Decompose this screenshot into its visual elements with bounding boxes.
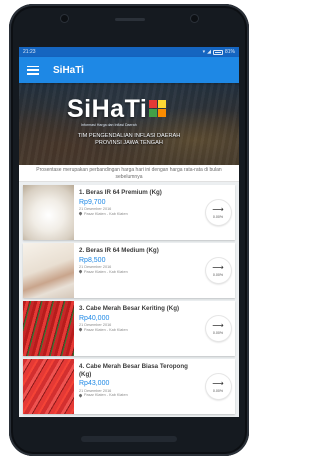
front-camera bbox=[61, 15, 68, 22]
location-pin-icon bbox=[78, 393, 83, 398]
item-market-label: Pasar Klaten - Kab Klaten bbox=[84, 327, 128, 332]
banner-caption: TIM PENGENDALIAN INFLASI DAERAH PROVINSI… bbox=[19, 133, 239, 147]
list-item[interactable]: 3. Cabe Merah Besar Keriting (Kg) Rp40,0… bbox=[23, 301, 235, 356]
arrow-right-icon: ⟶ bbox=[212, 263, 224, 272]
earpiece-speaker bbox=[115, 18, 145, 21]
item-market: Pasar Klaten - Kab Klaten bbox=[78, 327, 201, 333]
header-banner: SiHaTi Informasi Harga dan Inflasi Daera… bbox=[19, 83, 239, 165]
item-market-label: Pasar Klaten - Kab Klaten bbox=[84, 269, 128, 274]
item-market: Pasar Klaten - Kab Klaten bbox=[78, 393, 201, 398]
banner-caption-line1: TIM PENGENDALIAN INFLASI DAERAH bbox=[77, 133, 181, 139]
location-pin-icon bbox=[78, 211, 83, 217]
item-market: Pasar Klaten - Kab Klaten bbox=[78, 211, 201, 217]
item-price: Rp9,700 bbox=[79, 198, 106, 206]
logo-wordmark: SiHaTi bbox=[67, 95, 148, 123]
battery-level: 81% bbox=[224, 49, 235, 55]
trend-button[interactable]: ⟶ 0.00% bbox=[205, 374, 231, 399]
proximity-sensor bbox=[191, 15, 198, 22]
battery-icon bbox=[212, 49, 223, 55]
phone-frame: 21:23 ▾ ◢ 81% SiHaTi SiHaTi Informasi Ha… bbox=[9, 4, 249, 456]
item-price: Rp43,000 bbox=[79, 380, 110, 388]
item-date: 21 Desember 2016 bbox=[79, 388, 112, 393]
trend-button[interactable]: ⟶ 0.00% bbox=[205, 258, 231, 283]
item-date: 21 Desember 2016 bbox=[79, 323, 112, 328]
banner-caption-line2: PROVINSI JAWA TENGAH bbox=[95, 140, 163, 146]
bottom-speaker bbox=[81, 436, 177, 442]
trend-button[interactable]: ⟶ 0.00% bbox=[205, 200, 231, 225]
trend-button[interactable]: ⟶ 0.00% bbox=[205, 316, 231, 341]
arrow-right-icon: ⟶ bbox=[212, 205, 224, 214]
item-name: 1. Beras IR 64 Premium (Kg) bbox=[79, 189, 162, 196]
logo-tagline: Informasi Harga dan Inflasi Daerah bbox=[81, 123, 137, 127]
app-screen: 21:23 ▾ ◢ 81% SiHaTi SiHaTi Informasi Ha… bbox=[19, 47, 239, 417]
change-percent: 0.00% bbox=[212, 389, 224, 393]
item-price: Rp8,500 bbox=[79, 256, 106, 264]
product-image bbox=[23, 359, 74, 414]
item-info: 2. Beras IR 64 Medium (Kg) Rp8,500 21 De… bbox=[74, 243, 201, 298]
status-bar: 21:23 ▾ ◢ 81% bbox=[19, 47, 239, 57]
item-info: 3. Cabe Merah Besar Keriting (Kg) Rp40,0… bbox=[74, 301, 201, 356]
app-bar: SiHaTi bbox=[19, 57, 239, 83]
item-market: Pasar Klaten - Kab Klaten bbox=[78, 269, 201, 275]
change-percent: 0.00% bbox=[212, 331, 224, 335]
change-percent: 0.00% bbox=[212, 273, 224, 277]
item-info: 1. Beras IR 64 Premium (Kg) Rp9,700 21 D… bbox=[74, 185, 201, 240]
item-date: 21 Desember 2016 bbox=[79, 265, 112, 270]
trend-container: ⟶ 0.00% bbox=[201, 301, 235, 356]
item-market-label: Pasar Klaten - Kab Klaten bbox=[84, 211, 128, 216]
menu-icon[interactable] bbox=[27, 65, 39, 75]
list-item[interactable]: 2. Beras IR 64 Medium (Kg) Rp8,500 21 De… bbox=[23, 243, 235, 298]
trend-container: ⟶ 0.00% bbox=[201, 243, 235, 298]
arrow-right-icon: ⟶ bbox=[212, 379, 224, 388]
percentage-notice: Prosentase merupakan perbandingan harga … bbox=[19, 165, 239, 182]
trend-container: ⟶ 0.00% bbox=[201, 359, 235, 414]
item-price: Rp40,000 bbox=[79, 314, 110, 322]
product-image bbox=[23, 243, 74, 298]
location-pin-icon bbox=[78, 327, 83, 333]
logo-squares-icon bbox=[149, 100, 167, 117]
list-item[interactable]: 1. Beras IR 64 Premium (Kg) Rp9,700 21 D… bbox=[23, 185, 235, 240]
commodity-list: 1. Beras IR 64 Premium (Kg) Rp9,700 21 D… bbox=[19, 185, 239, 414]
trend-container: ⟶ 0.00% bbox=[201, 185, 235, 240]
item-info: 4. Cabe Merah Besar Biasa Teropong (Kg) … bbox=[74, 359, 201, 414]
item-name: 4. Cabe Merah Besar Biasa Teropong (Kg) bbox=[79, 363, 188, 378]
item-name: 2. Beras IR 64 Medium (Kg) bbox=[79, 247, 159, 254]
app-title: SiHaTi bbox=[53, 64, 84, 76]
item-name: 3. Cabe Merah Besar Keriting (Kg) bbox=[79, 305, 180, 312]
item-date: 21 Desember 2016 bbox=[79, 207, 112, 212]
signal-icon: ◢ bbox=[207, 49, 211, 55]
location-pin-icon bbox=[78, 269, 83, 275]
status-time: 21:23 bbox=[23, 49, 36, 55]
arrow-right-icon: ⟶ bbox=[212, 321, 224, 330]
change-percent: 0.00% bbox=[212, 215, 224, 219]
product-image bbox=[23, 301, 74, 356]
status-indicators: ▾ ◢ 81% bbox=[203, 49, 235, 55]
list-item[interactable]: 4. Cabe Merah Besar Biasa Teropong (Kg) … bbox=[23, 359, 235, 414]
wifi-icon: ▾ bbox=[202, 49, 206, 55]
item-market-label: Pasar Klaten - Kab Klaten bbox=[84, 393, 128, 398]
product-image bbox=[23, 185, 74, 240]
sihati-logo: SiHaTi bbox=[67, 95, 167, 124]
